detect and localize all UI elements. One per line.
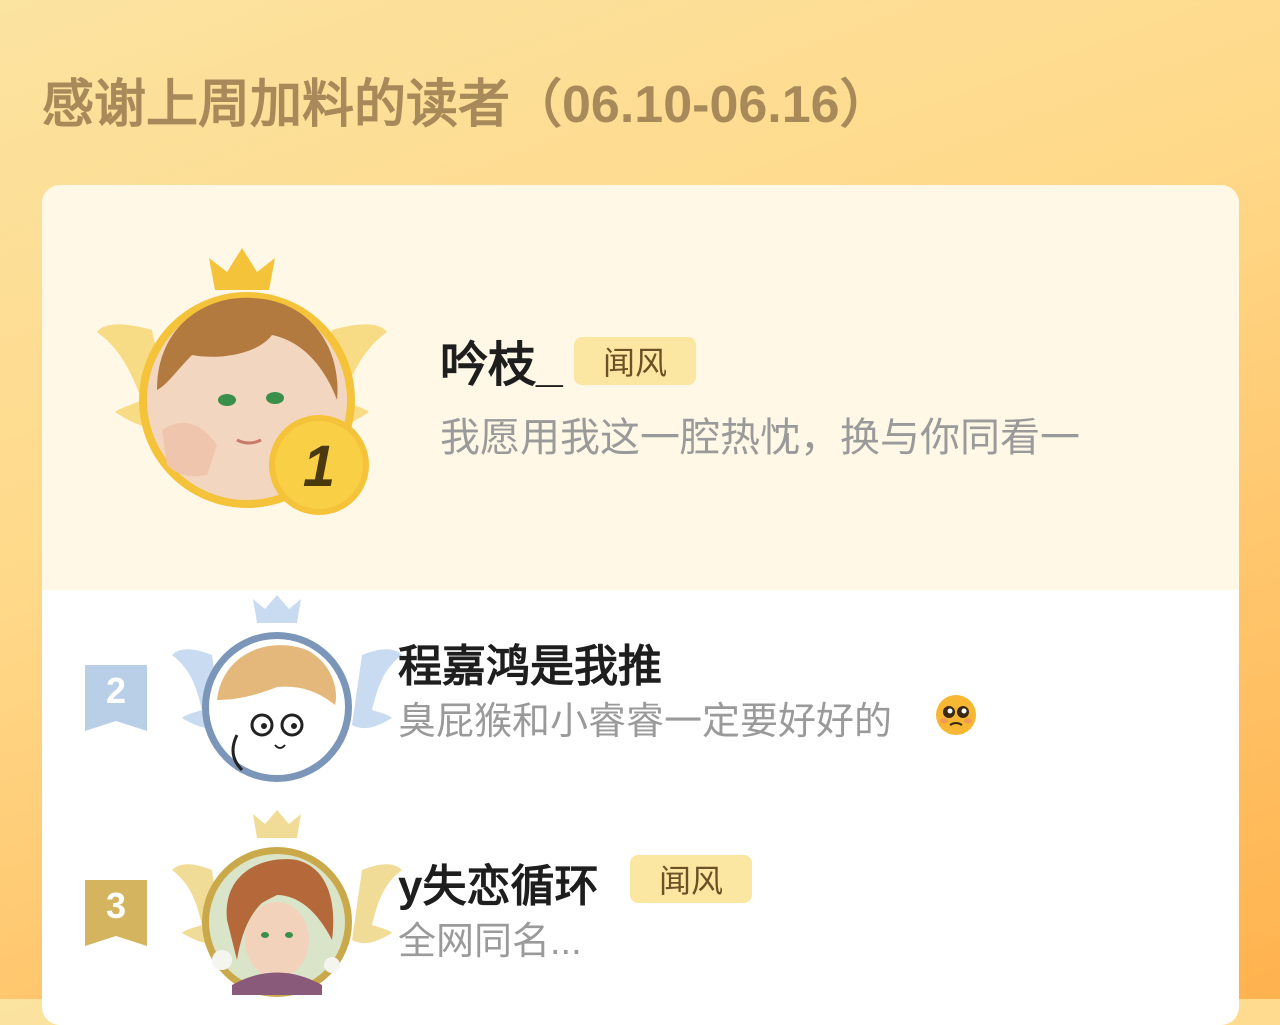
reader-badge: 闻风 [630,855,752,903]
rank-2-number: 2 [106,670,126,711]
reader-row-2[interactable]: 2 程嘉鸿是我推 臭屁猴和小睿睿一定要好好的 [42,590,1239,805]
crown-icon [209,248,275,290]
reader-row-1[interactable]: 1 吟枝_ 闻风 我愿用我这一腔热忱，换与你同看一 [42,185,1239,590]
avatar-silver-frame [172,595,402,782]
reader-row-3[interactable]: 3 y失恋循环 闻风 全网同名... [42,805,1239,1025]
rank-3-number: 3 [106,885,126,926]
rank-2-ribbon-icon: 2 [85,665,147,731]
reader-message: 臭屁猴和小睿睿一定要好好的 [398,701,893,743]
rank-1-number: 1 [303,434,335,499]
reader-message: 全网同名... [398,921,582,963]
reader-name: 吟枝_ [440,339,563,392]
page-title: 感谢上周加料的读者（06.10-06.16） [42,76,892,134]
crown-icon [253,810,301,838]
right-wing-icon [352,864,402,944]
pleading-face-icon [936,695,976,735]
rank-3-ribbon-icon: 3 [85,880,147,946]
reader-name: 程嘉鸿是我推 [398,642,662,691]
avatar-bronze-frame [172,810,402,997]
right-wing-icon [352,649,402,729]
crown-icon [253,595,301,623]
leaderboard-card: 1 吟枝_ 闻风 我愿用我这一腔热忱，换与你同看一 2 程嘉鸿是我推 臭屁猴和小… [42,185,1239,1025]
avatar-gold-frame: 1 [97,248,387,515]
reader-message: 我愿用我这一腔热忱，换与你同看一 [440,416,1080,460]
reader-badge: 闻风 [574,337,696,385]
reader-name: y失恋循环 [398,862,599,911]
